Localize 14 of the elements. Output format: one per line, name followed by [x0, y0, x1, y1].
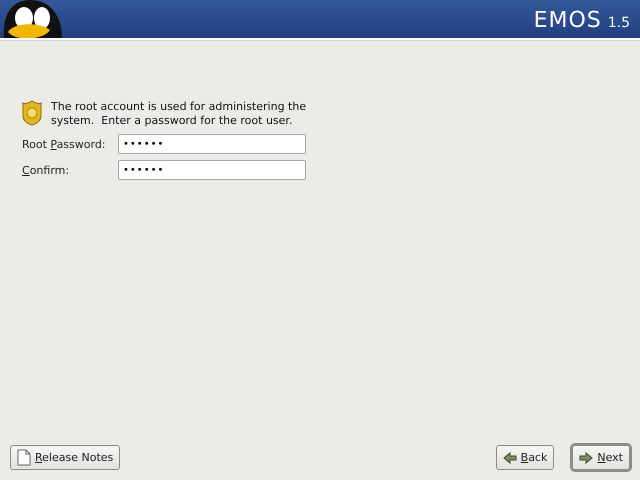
- document-icon: [17, 449, 31, 466]
- field-label: Root Password:: [22, 138, 107, 150]
- release-notes-button[interactable]: Release Notes: [10, 445, 120, 470]
- password-field[interactable]: ••••••: [118, 160, 306, 180]
- back-button[interactable]: Back: [496, 445, 554, 470]
- intro-text: The root account is used for administering the system. Enter a password for the root user.: [51, 100, 308, 128]
- product-name: EMOS: [534, 8, 602, 32]
- field-label: Confirm:: [22, 164, 70, 176]
- password-field[interactable]: ••••••: [118, 134, 306, 154]
- next-button[interactable]: Next: [572, 445, 630, 470]
- right-arrow-icon: [579, 452, 594, 464]
- left-arrow-icon: [502, 452, 517, 464]
- badge-icon: [22, 100, 42, 126]
- version-number: 1.5: [608, 14, 630, 30]
